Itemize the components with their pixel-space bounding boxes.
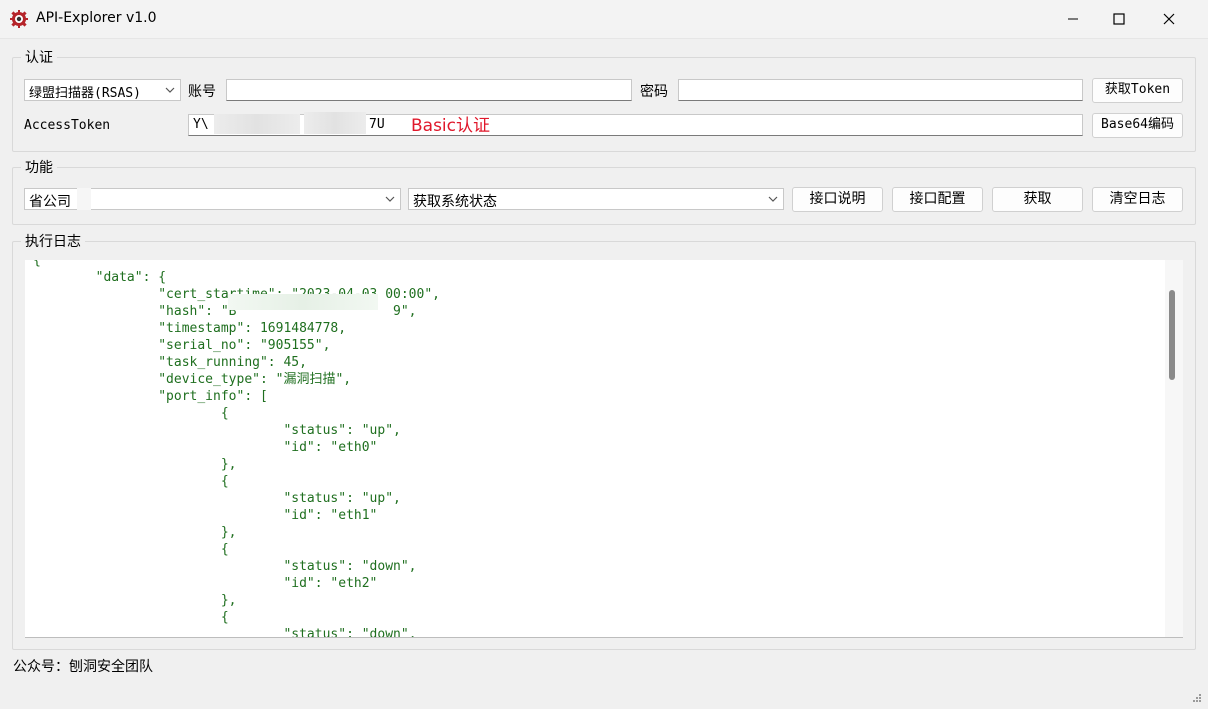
maximize-button[interactable] bbox=[1096, 0, 1142, 38]
clear-log-button[interactable]: 清空日志 bbox=[1092, 187, 1183, 212]
product-select[interactable]: 绿盟扫描器(RSAS) bbox=[24, 79, 181, 101]
title-bar[interactable]: API-Explorer v1.0 bbox=[0, 0, 1208, 39]
gear-icon bbox=[10, 10, 28, 28]
product-select-value: 绿盟扫描器(RSAS) bbox=[29, 86, 141, 101]
log-group-label: 执行日志 bbox=[25, 234, 81, 250]
close-button[interactable] bbox=[1146, 0, 1192, 38]
redaction-blur bbox=[77, 188, 91, 210]
redaction-blur bbox=[304, 112, 366, 134]
api-select-value: 获取系统状态 bbox=[413, 194, 497, 210]
close-icon bbox=[1163, 13, 1175, 25]
redaction-blur bbox=[228, 294, 378, 310]
log-scrollbar[interactable] bbox=[1165, 260, 1183, 637]
chevron-down-icon bbox=[768, 196, 778, 202]
fetch-button[interactable]: 获取 bbox=[992, 187, 1083, 212]
log-output[interactable]: { "data": { "cert_startime": "2023-04-03… bbox=[25, 260, 1183, 638]
scroll-thumb[interactable] bbox=[1169, 290, 1175, 380]
window-title: API-Explorer v1.0 bbox=[36, 10, 157, 26]
base64-encode-button[interactable]: Base64编码 bbox=[1092, 113, 1183, 138]
org-select-value: 省公司 bbox=[29, 194, 71, 210]
chevron-down-icon bbox=[165, 87, 175, 93]
status-text: 公众号：刨洞安全团队 bbox=[13, 659, 153, 675]
minimize-icon bbox=[1068, 18, 1078, 20]
minimize-button[interactable] bbox=[1050, 0, 1096, 38]
maximize-icon bbox=[1113, 13, 1125, 25]
password-input[interactable] bbox=[678, 79, 1083, 101]
access-token-label: AccessToken bbox=[24, 118, 111, 133]
chevron-down-icon bbox=[385, 196, 395, 202]
auth-group-label: 认证 bbox=[25, 50, 53, 66]
log-text: { "data": { "cert_startime": "2023-04-03… bbox=[33, 260, 440, 638]
access-token-suffix: 7U bbox=[369, 117, 385, 132]
api-select[interactable]: 获取系统状态 bbox=[408, 188, 784, 210]
api-config-button[interactable]: 接口配置 bbox=[892, 187, 983, 212]
access-token-prefix: Y\ bbox=[193, 117, 209, 132]
function-group-label: 功能 bbox=[25, 160, 53, 176]
get-token-button[interactable]: 获取Token bbox=[1092, 78, 1183, 103]
account-input[interactable] bbox=[226, 79, 632, 101]
basic-auth-annotation: Basic认证 bbox=[411, 116, 491, 136]
resize-grip-icon[interactable] bbox=[1190, 693, 1202, 705]
redaction-blur bbox=[214, 114, 300, 134]
account-label: 账号 bbox=[188, 84, 216, 100]
api-doc-button[interactable]: 接口说明 bbox=[792, 187, 883, 212]
password-label: 密码 bbox=[640, 84, 668, 100]
